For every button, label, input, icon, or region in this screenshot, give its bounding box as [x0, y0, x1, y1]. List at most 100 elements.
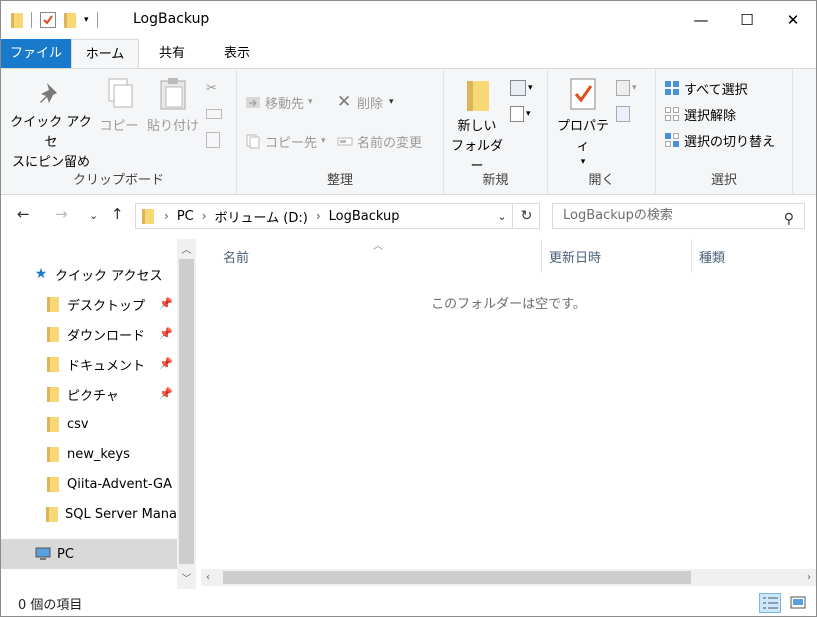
minimize-button[interactable]: — — [678, 1, 724, 39]
tab-view[interactable]: 表示 — [209, 39, 265, 68]
copy-label: コピー — [99, 119, 139, 134]
close-button[interactable]: ✕ — [770, 1, 816, 39]
rename-button[interactable]: 名前の変更 — [337, 130, 422, 152]
details-view-button[interactable] — [759, 593, 781, 613]
column-header-modified[interactable]: 更新日時 — [549, 247, 601, 266]
scroll-left-icon[interactable]: ‹ — [206, 569, 210, 586]
edit-button[interactable] — [616, 103, 630, 125]
copy-button[interactable]: コピー — [99, 77, 139, 137]
pin-icon[interactable]: 📌 — [159, 327, 173, 340]
new-group: 新しい フォルダー ▾ ▾ 新規 — [444, 69, 548, 194]
customize-toolbar-icon[interactable]: ▾ — [84, 15, 89, 25]
copy-icon — [108, 78, 133, 108]
quick-access-toolbar: ▾ — [11, 9, 106, 31]
address-bar[interactable]: › PC › ボリューム (D:) › LogBackup — [135, 203, 513, 229]
status-bar: 0 個の項目 — [1, 591, 816, 616]
horizontal-scrollbar[interactable]: ‹ › — [201, 569, 816, 586]
tab-home[interactable]: ホーム — [71, 39, 139, 69]
breadcrumb-logbackup[interactable]: LogBackup — [329, 209, 400, 224]
new-item-icon — [510, 80, 526, 96]
paste-shortcut-icon[interactable] — [206, 129, 220, 151]
nav-item-new-keys[interactable]: new_keys — [45, 439, 177, 469]
search-box[interactable]: LogBackupの検索 ⚲ — [552, 203, 805, 229]
back-button[interactable]: ← — [17, 205, 30, 223]
search-icon[interactable]: ⚲ — [784, 207, 794, 231]
invert-selection-button[interactable]: 選択の切り替え — [664, 129, 775, 151]
nav-item-label: csv — [67, 416, 89, 432]
chevron-right-icon: › — [315, 209, 321, 223]
properties-label: プロパティ — [556, 119, 609, 154]
nav-item-documents[interactable]: ドキュメント 📌 — [45, 349, 177, 379]
select-all-button[interactable]: すべて選択 — [664, 77, 748, 99]
address-dropdown-icon[interactable]: ⌄ — [491, 203, 513, 229]
open-icon — [616, 80, 630, 96]
refresh-button[interactable]: ↻ — [514, 203, 540, 229]
recent-locations-icon[interactable]: ⌄ — [89, 209, 98, 222]
easy-access-icon — [510, 106, 524, 122]
open-group-label: 開く — [588, 173, 615, 188]
open-button[interactable]: ▾ — [616, 77, 637, 99]
select-all-label: すべて選択 — [684, 82, 748, 98]
new-item-button[interactable]: ▾ — [510, 77, 533, 99]
ribbon-tabs: ファイル ホーム 共有 表示 ︿ ? — [1, 39, 816, 101]
tab-share[interactable]: 共有 — [147, 39, 197, 68]
new-folder-icon[interactable] — [64, 12, 76, 28]
ribbon-home: クイック アクセ スにピン留め コピー 貼り付け ✂ クリップボード 移動先 ▾… — [1, 68, 816, 195]
desktop-folder-icon — [45, 296, 61, 312]
nav-item-pictures[interactable]: ピクチャ 📌 — [45, 379, 177, 409]
new-folder-button[interactable]: 新しい フォルダー — [448, 77, 506, 177]
pin-icon[interactable]: 📌 — [159, 297, 173, 310]
scroll-down-icon[interactable]: ﹀ — [177, 570, 196, 585]
select-group-label: 選択 — [710, 173, 737, 188]
column-header-type[interactable]: 種類 — [699, 247, 725, 266]
forward-button[interactable]: → — [55, 205, 68, 223]
nav-item-downloads[interactable]: ダウンロード 📌 — [45, 319, 177, 349]
pin-icon[interactable]: 📌 — [159, 357, 173, 370]
scrollbar-thumb[interactable] — [223, 571, 691, 584]
delete-button[interactable]: ✕ 削除 ▾ — [337, 91, 394, 113]
edit-icon — [616, 106, 630, 122]
nav-scrollbar[interactable]: ︿ ﹀ — [177, 239, 196, 589]
nav-item-csv[interactable]: csv — [45, 409, 177, 439]
column-divider[interactable] — [541, 239, 542, 273]
column-divider[interactable] — [691, 239, 692, 273]
select-none-icon — [665, 107, 679, 121]
maximize-button[interactable]: ☐ — [724, 1, 770, 39]
pin-to-quick-access-button[interactable]: クイック アクセ スにピン留め — [7, 77, 95, 173]
copy-path-icon[interactable] — [206, 103, 222, 125]
nav-item-qiita[interactable]: Qiita-Advent-GA — [45, 469, 177, 499]
scrollbar-thumb[interactable] — [179, 259, 194, 564]
search-placeholder: LogBackupの検索 — [563, 208, 673, 223]
file-list: ︿ 名前 更新日時 種類 このフォルダーは空です。 ‹ › — [201, 239, 816, 589]
copy-to-button[interactable]: コピー先 ▾ — [245, 130, 326, 152]
open-group: プロパティ ▾ ▾ 開く — [548, 69, 656, 194]
pin-icon[interactable]: 📌 — [159, 387, 173, 400]
scroll-right-icon[interactable]: › — [807, 569, 811, 586]
nav-item-label: SQL Server Mana — [64, 506, 177, 522]
new-group-label: 新規 — [482, 173, 509, 188]
properties-icon — [570, 78, 596, 110]
window-title: LogBackup — [133, 11, 210, 27]
breadcrumb-pc[interactable]: PC — [177, 209, 194, 224]
easy-access-button[interactable]: ▾ — [510, 103, 531, 125]
breadcrumb-volume[interactable]: ボリューム (D:) — [215, 207, 308, 226]
nav-item-label: new_keys — [67, 446, 130, 462]
folder-icon — [142, 208, 154, 224]
up-button[interactable]: ↑ — [111, 205, 124, 223]
copy-to-label: コピー先 — [265, 135, 318, 151]
properties-icon[interactable] — [40, 12, 56, 28]
explorer-window: ▾ LogBackup — ☐ ✕ ファイル ホーム 共有 表示 ︿ ? クイッ… — [0, 0, 817, 617]
paste-button[interactable]: 貼り付け — [143, 77, 203, 137]
divider — [96, 12, 98, 28]
nav-item-sql-server[interactable]: SQL Server Mana — [45, 499, 177, 529]
tab-file[interactable]: ファイル — [1, 39, 71, 68]
properties-button[interactable]: プロパティ ▾ — [552, 77, 614, 167]
cut-icon[interactable]: ✂ — [206, 77, 217, 99]
select-none-button[interactable]: 選択解除 — [664, 103, 736, 125]
nav-item-desktop[interactable]: デスクトップ 📌 — [45, 289, 177, 319]
column-header-name[interactable]: 名前 — [223, 247, 249, 266]
nav-pc[interactable]: PC — [1, 539, 177, 569]
move-to-button[interactable]: 移動先 ▾ — [245, 91, 313, 113]
large-icons-view-button[interactable] — [787, 593, 809, 613]
scroll-up-icon[interactable]: ︿ — [177, 241, 196, 256]
